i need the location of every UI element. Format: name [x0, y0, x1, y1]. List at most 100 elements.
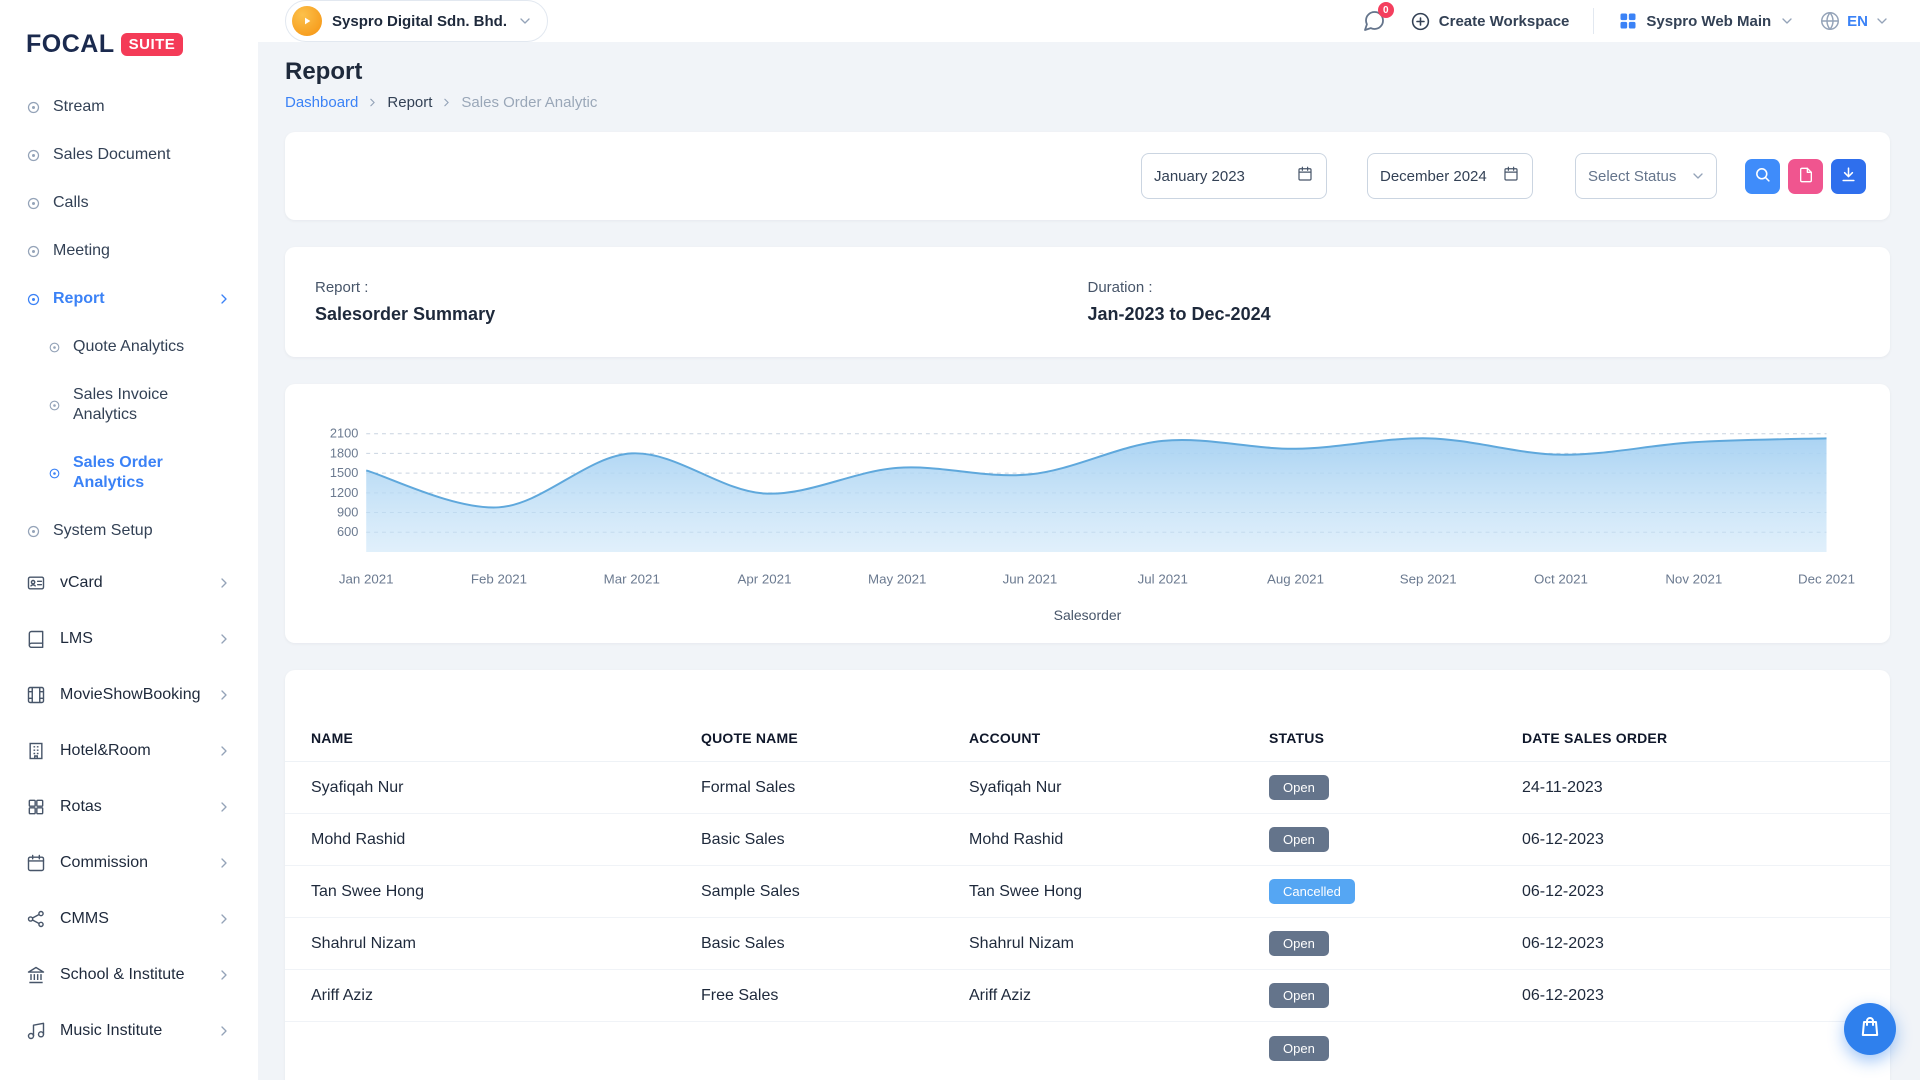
table-row[interactable]: Mohd Rashid Basic Sales Mohd Rashid Open… [285, 814, 1890, 866]
grid-icon [26, 797, 46, 817]
bullet-icon [26, 524, 41, 539]
calendar-icon [1502, 165, 1520, 187]
sidebar-item-hotel-room[interactable]: Hotel&Room [0, 723, 258, 779]
status-select[interactable]: Select Status [1575, 153, 1717, 199]
table-row[interactable]: Open [285, 1022, 1890, 1074]
search-button[interactable] [1745, 159, 1780, 194]
download-button[interactable] [1831, 159, 1866, 194]
sidebar-item-vcard[interactable]: vCard [0, 555, 258, 611]
cell-quote-name: Sample Sales [701, 883, 969, 901]
table-row[interactable]: Shahrul Nizam Basic Sales Shahrul Nizam … [285, 918, 1890, 970]
bullet-icon [26, 292, 41, 307]
chevron-right-icon [440, 96, 453, 109]
plus-circle-icon [1410, 11, 1431, 32]
svg-text:Mar 2021: Mar 2021 [604, 571, 660, 586]
sidebar-item-stream[interactable]: Stream [0, 83, 258, 131]
school-icon [26, 965, 46, 985]
breadcrumb-report[interactable]: Report [387, 94, 432, 111]
sidebar-item-sales-order-analytics[interactable]: Sales Order Analytics [0, 439, 258, 507]
to-date-input[interactable]: December 2024 [1367, 153, 1533, 199]
workspace-name: Syspro Digital Sdn. Bhd. [332, 13, 507, 30]
cell-account: Syafiqah Nur [969, 779, 1269, 797]
svg-text:900: 900 [337, 504, 358, 519]
sidebar-item-system-setup[interactable]: System Setup [0, 507, 258, 555]
chevron-down-icon [1874, 13, 1890, 29]
page-head: Report Dashboard Report Sales Order Anal… [258, 42, 1920, 111]
sidebar-item-movieshowbooking[interactable]: MovieShowBooking [0, 667, 258, 723]
table-row[interactable]: Ariff Aziz Free Sales Ariff Aziz Open 06… [285, 970, 1890, 1022]
sidebar-item-label: MovieShowBooking [60, 686, 201, 704]
main-area: Syspro Digital Sdn. Bhd. 0 Create Worksp… [258, 0, 1920, 1080]
sidebar-item-report[interactable]: Report [0, 275, 258, 323]
language-selector[interactable]: EN [1819, 10, 1890, 32]
create-workspace-button[interactable]: Create Workspace [1410, 11, 1570, 32]
sidebar-item-calls[interactable]: Calls [0, 179, 258, 227]
sidebar-item-label: Sales Order Analytics [73, 453, 201, 493]
chevron-right-icon [216, 855, 232, 871]
workspace-selector[interactable]: Syspro Digital Sdn. Bhd. [285, 0, 548, 42]
sidebar-item-rotas[interactable]: Rotas [0, 779, 258, 835]
table-row[interactable]: Syafiqah Nur Formal Sales Syafiqah Nur O… [285, 762, 1890, 814]
filter-bar: January 2023 December 2024 Select Status [285, 132, 1890, 220]
sidebar-item-sales-document[interactable]: Sales Document [0, 131, 258, 179]
column-header-name: NAME [311, 730, 701, 746]
cell-date: 06-12-2023 [1522, 883, 1864, 901]
building-icon [26, 741, 46, 761]
status-select-value: Select Status [1588, 168, 1676, 185]
chevron-right-icon [216, 743, 232, 759]
chat-button[interactable]: 0 [1362, 9, 1386, 33]
share-nodes-icon [26, 909, 46, 929]
bullet-icon [26, 244, 41, 259]
sidebar-item-school-institute[interactable]: School & Institute [0, 947, 258, 1003]
app-root: FOCAL SUITE Stream Sales Document Calls … [0, 0, 1920, 1080]
create-workspace-label: Create Workspace [1439, 13, 1570, 30]
sidebar-item-label: vCard [60, 574, 103, 592]
sidebar-item-commission[interactable]: Commission [0, 835, 258, 891]
report-label: Report : [315, 279, 1088, 296]
bullet-icon [48, 467, 61, 480]
column-header-status: STATUS [1269, 730, 1522, 746]
table-row[interactable]: Tan Swee Hong Sample Sales Tan Swee Hong… [285, 866, 1890, 918]
bullet-icon [26, 148, 41, 163]
svg-text:600: 600 [337, 524, 358, 539]
file-export-button[interactable] [1788, 159, 1823, 194]
bullet-icon [48, 399, 61, 412]
sidebar-item-label: Music Institute [60, 1022, 162, 1040]
chevron-down-icon [1690, 168, 1706, 184]
sidebar-item-label: Rotas [60, 798, 102, 816]
svg-text:May 2021: May 2021 [868, 571, 926, 586]
table-header-row: NAME QUOTE NAME ACCOUNT STATUS DATE SALE… [285, 714, 1890, 762]
bullet-icon [26, 196, 41, 211]
film-icon [26, 685, 46, 705]
status-badge: Open [1269, 827, 1329, 852]
svg-text:2100: 2100 [330, 426, 358, 441]
svg-text:Apr 2021: Apr 2021 [738, 571, 792, 586]
sidebar-item-label: Calls [53, 193, 89, 213]
from-date-input[interactable]: January 2023 [1141, 153, 1327, 199]
sidebar-item-cmms[interactable]: CMMS [0, 891, 258, 947]
brand-name: FOCAL [26, 30, 115, 59]
breadcrumb-dashboard[interactable]: Dashboard [285, 94, 358, 111]
duration-label: Duration : [1088, 279, 1861, 296]
cell-account: Ariff Aziz [969, 987, 1269, 1005]
sidebar-item-label: Hotel&Room [60, 742, 151, 760]
sales-order-chart-card: 6009001200150018002100Jan 2021Feb 2021Ma… [285, 384, 1890, 643]
cell-quote-name: Formal Sales [701, 779, 969, 797]
cart-fab-button[interactable] [1844, 1003, 1896, 1055]
report-summary-right: Duration : Jan-2023 to Dec-2024 [1088, 279, 1861, 325]
sidebar-item-lms[interactable]: LMS [0, 611, 258, 667]
sidebar-item-sales-invoice-analytics[interactable]: Sales Invoice Analytics [0, 371, 258, 439]
brand-logo[interactable]: FOCAL SUITE [0, 20, 258, 83]
cell-name: Ariff Aziz [311, 987, 701, 1005]
chevron-right-icon [366, 96, 379, 109]
svg-text:Jan 2021: Jan 2021 [339, 571, 394, 586]
sidebar-item-meeting[interactable]: Meeting [0, 227, 258, 275]
sidebar-item-quote-analytics[interactable]: Quote Analytics [0, 323, 258, 371]
svg-text:Feb 2021: Feb 2021 [471, 571, 527, 586]
app-selector[interactable]: Syspro Web Main [1618, 11, 1795, 31]
svg-text:1800: 1800 [330, 445, 358, 460]
status-badge: Open [1269, 1036, 1329, 1061]
sidebar-item-music-institute[interactable]: Music Institute [0, 1003, 258, 1059]
sidebar-item-label: Report [53, 289, 105, 309]
svg-text:1500: 1500 [330, 465, 358, 480]
